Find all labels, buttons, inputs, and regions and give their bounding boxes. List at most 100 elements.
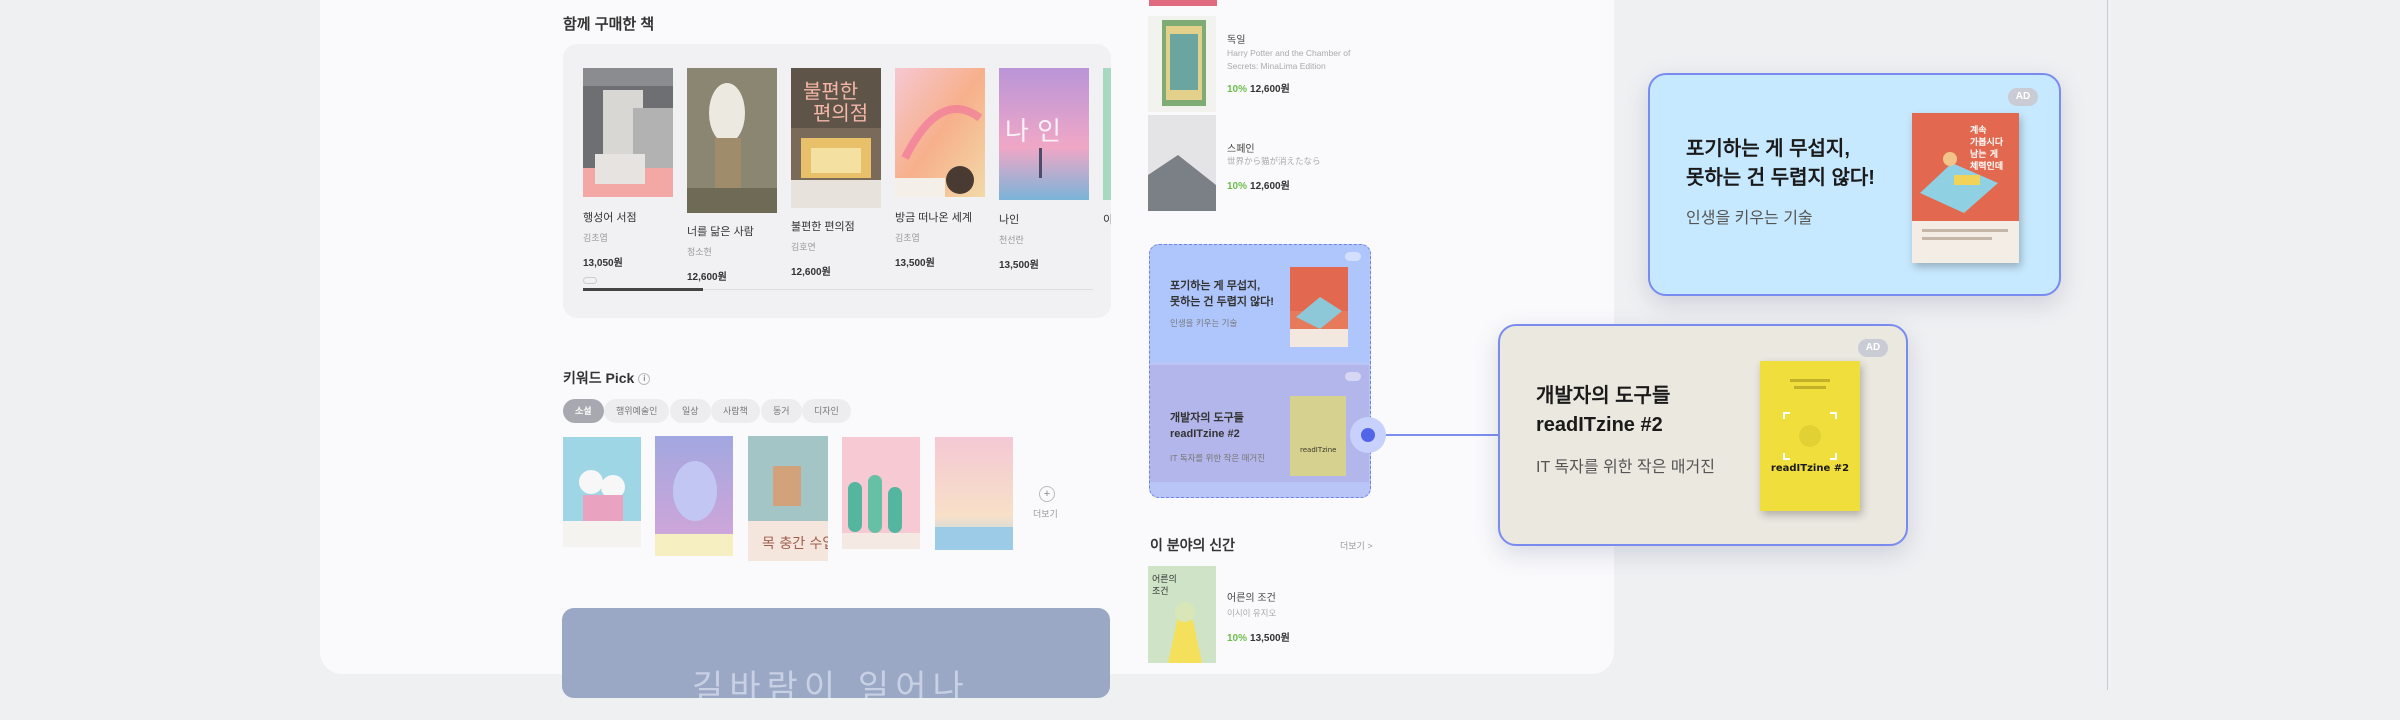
chip-novel[interactable]: 소설 <box>563 399 604 423</box>
more-plus-icon[interactable]: + <box>1039 486 1055 502</box>
item-language[interactable]: 독일 <box>1227 31 1245 46</box>
new-books-more-link[interactable]: 더보기 > <box>1340 539 1373 552</box>
chip-daily[interactable]: 일상 <box>670 399 711 423</box>
svg-text:남는 게: 남는 게 <box>1970 148 1998 160</box>
connector-dot[interactable] <box>1361 428 1375 442</box>
mini-ad-title: 포기하는 게 무섭지, 못하는 건 두렵지 않다! <box>1170 280 1274 308</box>
tag-pill <box>583 277 597 284</box>
chip-people-book[interactable]: 사람책 <box>711 399 760 423</box>
ad-badge: AD <box>1858 339 1888 357</box>
cover-text: readITzine #2 <box>1771 463 1849 474</box>
ad-card-readitzine[interactable]: AD 개발자의 도구들 readITzine #2 IT 독자를 위한 작은 매거… <box>1498 324 1908 546</box>
mini-ad-subtitle: 인생을 키우는 기술 <box>1170 318 1238 328</box>
book-cover[interactable] <box>895 68 985 197</box>
book-price: 13,050원 <box>583 258 623 269</box>
ad-card-give-up[interactable]: AD 포기하는 게 무섭지, 못하는 건 두렵지 않다! 인생을 키우는 기술 계… <box>1648 73 2061 296</box>
together-book[interactable]: 너를 닮은 사람 정소현 12,600원 <box>687 68 779 283</box>
mini-ad-badge <box>1345 252 1361 261</box>
together-book[interactable]: 이 <box>1103 68 1111 227</box>
book-author: 김호연 <box>791 242 816 252</box>
item-original-title: Harry Potter and the Chamber of Secrets:… <box>1227 48 1351 71</box>
book-cover[interactable]: 나 인 <box>999 68 1089 200</box>
ad-badge: AD <box>2008 88 2038 106</box>
item-original-title: 世界から猫が消えたなら <box>1227 156 1321 166</box>
mini-ad-1[interactable]: 포기하는 게 무섭지, 못하는 건 두렵지 않다! 인생을 키우는 기술 <box>1150 245 1369 362</box>
book-author: 김초엽 <box>895 233 920 243</box>
ad-card-book-cover: readITzine #2 <box>1760 361 1860 511</box>
new-book-price: 10% 13,500원 <box>1227 633 1290 644</box>
svg-text:어른의: 어른의 <box>1152 574 1177 585</box>
banner-text: 길바람이 일어나 <box>692 668 970 698</box>
mini-ad-2[interactable]: 개발자의 도구들 readITzine #2 IT 독자를 위한 작은 매거진 r… <box>1150 365 1369 482</box>
new-book-author: 이시이 유지오 <box>1227 608 1277 618</box>
divider-line <box>2107 0 2108 690</box>
together-panel: 행성어 서점 김초엽 13,050원 너를 닮은 사람 정소현 12,600원 … <box>563 44 1111 318</box>
book-price: 13,500원 <box>999 260 1039 271</box>
book-cover[interactable] <box>1103 68 1111 200</box>
together-book[interactable]: 방금 떠나온 세계 김초엽 13,500원 <box>895 68 987 269</box>
keyword-title-text: 키워드 Pick <box>563 370 635 386</box>
info-icon[interactable]: i <box>638 373 651 386</box>
book-cover[interactable]: 불편한 편의점 <box>791 68 881 208</box>
bottom-banner[interactable]: 길바람이 일어나 <box>562 608 1110 698</box>
svg-text:readITzine: readITzine <box>1300 446 1336 454</box>
together-book[interactable]: 나 인 나인 천선란 13,500원 <box>999 68 1091 271</box>
chip-design[interactable]: 디자인 <box>802 399 851 423</box>
book-title[interactable]: 방금 떠나온 세계 <box>895 209 987 225</box>
svg-text:편의점: 편의점 <box>813 101 868 125</box>
chip-living-together[interactable]: 동거 <box>761 399 802 423</box>
svg-text:계속: 계속 <box>1970 124 1987 136</box>
item-language[interactable]: 스페인 <box>1227 140 1255 155</box>
ad-card-book-cover: 계속 가봅시다 남는 게 체력인데 <box>1912 113 2019 263</box>
svg-text:나 인: 나 인 <box>1005 117 1061 147</box>
book-price: 13,500원 <box>895 258 935 269</box>
new-book-cover[interactable]: 어른의 조건 <box>1148 566 1216 663</box>
book-cover[interactable] <box>687 68 777 213</box>
item-price: 10% 12,600원 <box>1227 181 1290 192</box>
ad-card-title: 포기하는 게 무섭지, 못하는 건 두렵지 않다! <box>1686 138 1875 189</box>
book-author: 김초엽 <box>583 233 608 243</box>
ad-card-subtitle: 인생을 키우는 기술 <box>1686 210 1813 227</box>
svg-text:체력인데: 체력인데 <box>1970 160 2003 172</box>
book-price: 12,600원 <box>687 272 727 283</box>
chip-performance[interactable]: 행위예술인 <box>604 399 670 423</box>
together-book[interactable]: 행성어 서점 김초엽 13,050원 <box>583 68 675 284</box>
together-book[interactable]: 불편한 편의점 불편한 편의점 김호연 12,600원 <box>791 68 883 278</box>
book-title[interactable]: 불편한 편의점 <box>791 218 883 234</box>
mini-ad-cover <box>1290 267 1348 347</box>
ad-slot-highlight[interactable]: 포기하는 게 무섭지, 못하는 건 두렵지 않다! 인생을 키우는 기술 개발자의… <box>1149 244 1371 498</box>
keyword-book[interactable] <box>935 437 1013 550</box>
svg-text:불편한: 불편한 <box>803 79 858 103</box>
book-title[interactable]: 이 <box>1103 211 1111 227</box>
svg-text:목 충간 수업: 목 충간 수업 <box>762 536 828 552</box>
keyword-book[interactable] <box>563 437 641 547</box>
scroll-thumb[interactable] <box>583 288 703 291</box>
book-cover[interactable] <box>583 68 673 197</box>
keyword-more-link[interactable]: 더보기 <box>1033 507 1058 520</box>
item-thumbnail[interactable] <box>1148 16 1216 112</box>
connector-line <box>1368 434 1501 436</box>
keyword-book[interactable]: 목 충간 수업 <box>748 436 835 561</box>
together-section-title: 함께 구매한 책 <box>563 16 655 33</box>
keyword-book[interactable] <box>842 437 920 549</box>
book-title[interactable]: 행성어 서점 <box>583 209 675 225</box>
item-thumbnail[interactable] <box>1148 115 1216 211</box>
ad-card-title: 개발자의 도구들 readITzine #2 <box>1536 385 1671 436</box>
mini-ad-subtitle: IT 독자를 위한 작은 매거진 <box>1170 453 1266 463</box>
book-author: 정소현 <box>687 247 712 257</box>
book-price: 12,600원 <box>791 267 831 278</box>
mini-ad-cover: readITzine <box>1290 396 1346 476</box>
new-book-title[interactable]: 어른의 조건 <box>1227 589 1276 604</box>
item-price: 10% 12,600원 <box>1227 84 1290 95</box>
mini-ad-title: 개발자의 도구들 readITzine #2 <box>1170 412 1244 440</box>
mini-ad-badge <box>1345 372 1361 381</box>
ad-card-subtitle: IT 독자를 위한 작은 매거진 <box>1536 459 1715 476</box>
book-title[interactable]: 나인 <box>999 211 1091 227</box>
book-author: 천선란 <box>999 235 1024 245</box>
book-title[interactable]: 너를 닮은 사람 <box>687 223 779 239</box>
svg-text:가봅시다: 가봅시다 <box>1970 136 2004 148</box>
new-books-section-title: 이 분야의 신간 <box>1150 537 1236 553</box>
keyword-section-title: 키워드 Pick i <box>563 368 651 388</box>
book-thumb-strip <box>1149 0 1217 6</box>
keyword-book[interactable] <box>655 436 733 556</box>
